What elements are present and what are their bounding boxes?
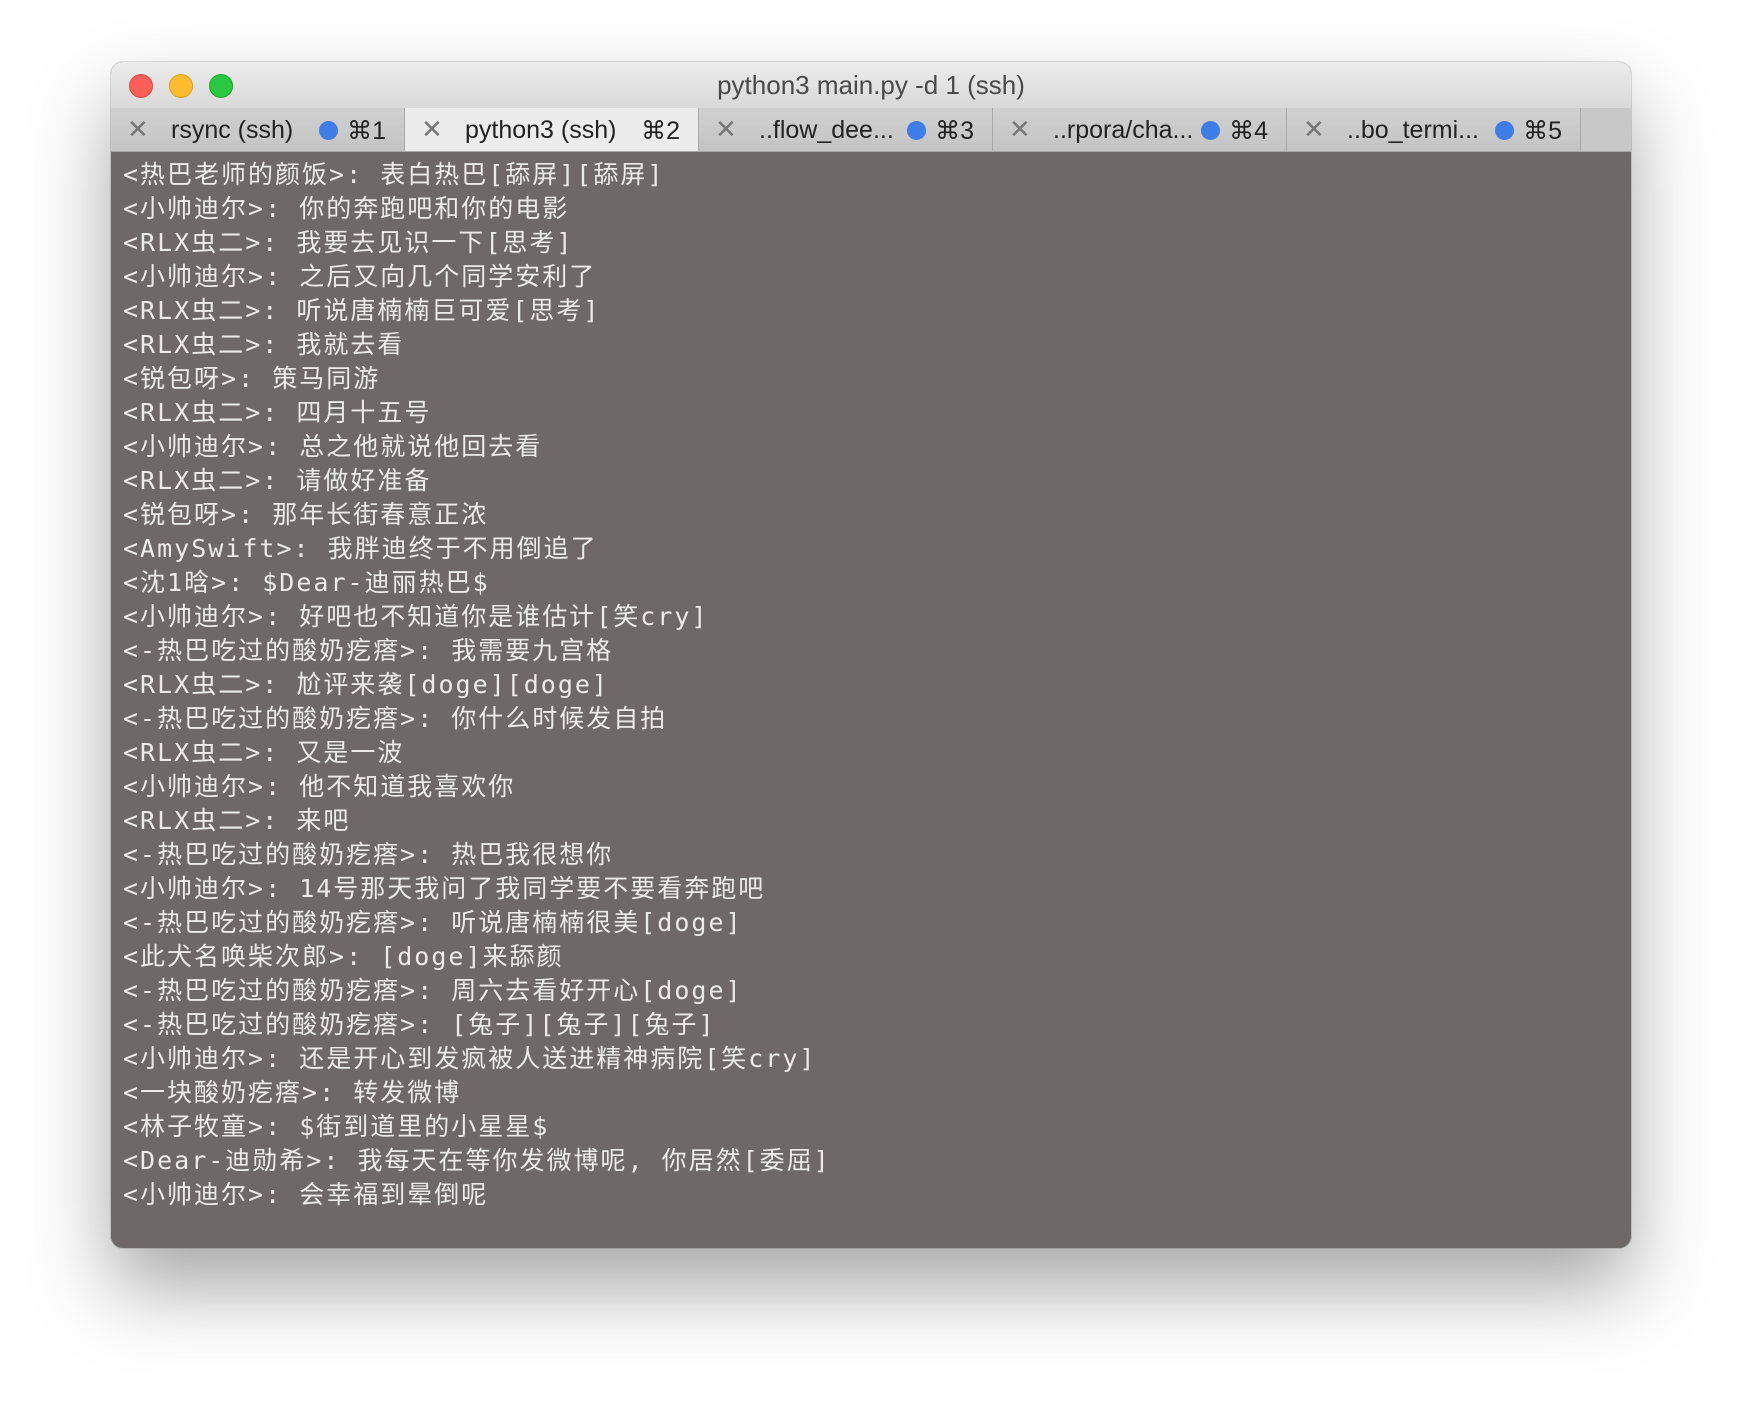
terminal-line: <-热巴吃过的酸奶疙瘩>: [兔子][兔子][兔子] [123, 1010, 716, 1039]
close-tab-icon[interactable]: ✕ [1009, 114, 1031, 145]
terminal-line: <林子牧童>: $街到道里的小星星$ [123, 1112, 550, 1141]
close-tab-icon[interactable]: ✕ [715, 114, 737, 145]
terminal-line: <小帅迪尔>: 之后又向几个同学安利了 [123, 262, 597, 291]
activity-dot-icon [907, 121, 926, 140]
tab-shortcut: ⌘1 [347, 117, 386, 145]
close-tab-icon[interactable]: ✕ [1303, 114, 1325, 145]
terminal-line: <小帅迪尔>: 14号那天我问了我同学要不要看奔跑吧 [123, 874, 766, 903]
tab-label: rsync (ssh) [171, 116, 294, 144]
terminal-line: <RLX虫二>: 尬评来袭[doge][doge] [123, 670, 609, 699]
tab-4[interactable]: ✕ ..rpora/cha... ⌘4 [993, 108, 1287, 151]
activity-dot-icon [1201, 121, 1220, 140]
terminal-line: <-热巴吃过的酸奶疙瘩>: 周六去看好开心[doge] [123, 976, 743, 1005]
tab-shortcut: ⌘4 [1229, 117, 1268, 145]
terminal-line: <小帅迪尔>: 还是开心到发疯被人送进精神病院[笑cry] [123, 1044, 817, 1073]
terminal-line: <小帅迪尔>: 他不知道我喜欢你 [123, 772, 516, 801]
tab-3[interactable]: ✕ ..flow_dee... ⌘3 [699, 108, 993, 151]
terminal-line: <RLX虫二>: 四月十五号 [123, 398, 432, 427]
close-tab-icon[interactable]: ✕ [127, 114, 149, 145]
terminal-line: <此犬名唤柴次郎>: [doge]来舔颜 [123, 942, 564, 971]
terminal-line: <-热巴吃过的酸奶疙瘩>: 我需要九宫格 [123, 636, 614, 665]
terminal-line: <热巴老师的颜饭>: 表白热巴[舔屏][舔屏] [123, 160, 665, 189]
tab-shortcut: ⌘3 [935, 117, 974, 145]
terminal-line: <-热巴吃过的酸奶疙瘩>: 听说唐楠楠很美[doge] [123, 908, 743, 937]
terminal-line: <沈1晗>: $Dear-迪丽热巴$ [123, 568, 490, 597]
terminal-line: <-热巴吃过的酸奶疙瘩>: 你什么时候发自拍 [123, 704, 668, 733]
terminal-line: <RLX虫二>: 请做好准备 [123, 466, 432, 495]
activity-dot-icon [1495, 121, 1514, 140]
terminal-line: <一块酸奶疙瘩>: 转发微博 [123, 1078, 462, 1107]
terminal-output[interactable]: <热巴老师的颜饭>: 表白热巴[舔屏][舔屏] <小帅迪尔>: 你的奔跑吧和你的… [111, 152, 1631, 1248]
terminal-line: <RLX虫二>: 我要去见识一下[思考] [123, 228, 574, 257]
terminal-cursor-line [123, 1212, 1631, 1246]
terminal-line: <小帅迪尔>: 会幸福到晕倒呢 [123, 1180, 489, 1209]
terminal-line: <小帅迪尔>: 总之他就说他回去看 [123, 432, 543, 461]
terminal-line: <AmySwift>: 我胖迪终于不用倒追了 [123, 534, 598, 563]
tab-5[interactable]: ✕ ..bo_termi... ⌘5 [1287, 108, 1581, 151]
terminal-line: <-热巴吃过的酸奶疙瘩>: 热巴我很想你 [123, 840, 614, 869]
tab-label: ..flow_dee... [759, 116, 894, 144]
terminal-window: python3 main.py -d 1 (ssh) ✕ rsync (ssh)… [111, 62, 1631, 1248]
tab-label: ..rpora/cha... [1053, 116, 1194, 144]
tab-shortcut: ⌘5 [1523, 117, 1562, 145]
terminal-line: <RLX虫二>: 我就去看 [123, 330, 405, 359]
tab-label: ..bo_termi... [1347, 116, 1479, 144]
tab-shortcut: ⌘2 [641, 117, 680, 145]
title-bar[interactable]: python3 main.py -d 1 (ssh) [111, 62, 1631, 109]
terminal-line: <小帅迪尔>: 你的奔跑吧和你的电影 [123, 194, 570, 223]
tab-2[interactable]: ✕ python3 (ssh) ⌘2 [405, 108, 699, 151]
tab-bar: ✕ rsync (ssh) ⌘1 ✕ python3 (ssh) ⌘2 ✕ ..… [111, 108, 1631, 152]
terminal-line: <Dear-迪勋希>: 我每天在等你发微博呢, 你居然[委屈] [123, 1146, 831, 1175]
tab-label: python3 (ssh) [465, 116, 617, 144]
terminal-line: <RLX虫二>: 来吧 [123, 806, 351, 835]
terminal-line: <锐包呀>: 那年长街春意正浓 [123, 500, 489, 529]
activity-dot-icon [319, 121, 338, 140]
window-title: python3 main.py -d 1 (ssh) [717, 70, 1025, 100]
terminal-line: <RLX虫二>: 又是一波 [123, 738, 405, 767]
tab-1[interactable]: ✕ rsync (ssh) ⌘1 [111, 108, 405, 151]
close-tab-icon[interactable]: ✕ [421, 114, 443, 145]
terminal-line: <锐包呀>: 策马同游 [123, 364, 381, 393]
terminal-line: <RLX虫二>: 听说唐楠楠巨可爱[思考] [123, 296, 601, 325]
terminal-line: <小帅迪尔>: 好吧也不知道你是谁估计[笑cry] [123, 602, 709, 631]
